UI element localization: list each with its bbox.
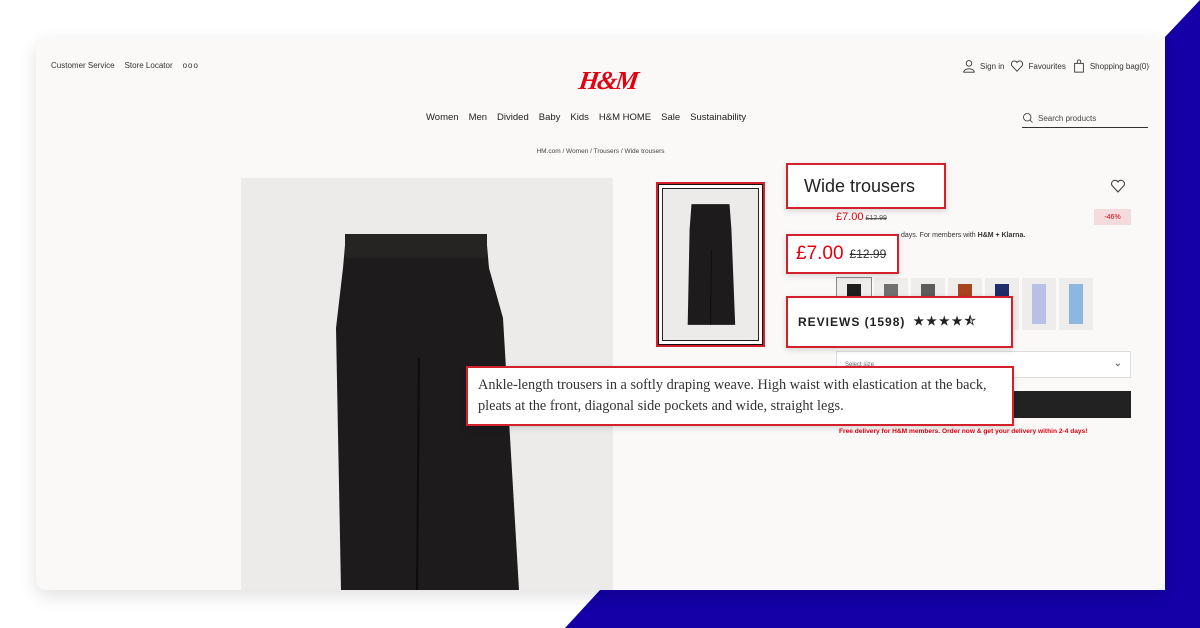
klarna-info: days. For members with H&M + Klarna. bbox=[901, 232, 1025, 239]
product-title-callout: Wide trousers bbox=[786, 163, 946, 209]
swatch-color bbox=[1032, 284, 1046, 324]
nav-item-women[interactable]: Women bbox=[426, 112, 459, 123]
klarna-brand: H&M + Klarna. bbox=[977, 232, 1026, 239]
hm-logo[interactable]: H&M bbox=[577, 66, 639, 96]
search-placeholder: Search products bbox=[1038, 113, 1097, 123]
customer-service-link[interactable]: Customer Service bbox=[51, 61, 115, 70]
nav-item-sustainability[interactable]: Sustainability bbox=[690, 112, 746, 123]
swatch-light-blue[interactable] bbox=[1059, 278, 1093, 330]
main-nav: Women Men Divided Baby Kids H&M HOME Sal… bbox=[426, 112, 746, 123]
nav-item-baby[interactable]: Baby bbox=[539, 112, 561, 123]
delivery-note: Free delivery for H&M members. Order now… bbox=[839, 428, 1088, 435]
more-menu-icon[interactable]: ooo bbox=[183, 61, 199, 70]
price-callout: £7.00 £12.99 bbox=[786, 234, 899, 274]
nav-item-kids[interactable]: Kids bbox=[570, 112, 588, 123]
product-title: Wide trousers bbox=[804, 175, 916, 196]
callout-current-price: £7.00 bbox=[796, 243, 844, 264]
swatch-blue-pattern[interactable] bbox=[1022, 278, 1056, 330]
price-inline: £7.00 £12.99 bbox=[836, 211, 887, 223]
nav-item-divided[interactable]: Divided bbox=[497, 112, 529, 123]
klarna-text: days. For members with bbox=[901, 232, 976, 239]
nav-item-sale[interactable]: Sale bbox=[661, 112, 680, 123]
star-rating-icon: ★★★★⯪ bbox=[913, 313, 978, 328]
add-to-favourites-heart-icon[interactable] bbox=[1110, 178, 1126, 194]
heart-icon bbox=[1011, 60, 1024, 72]
favourites-label: Favourites bbox=[1028, 61, 1066, 71]
sign-in-label: Sign in bbox=[980, 61, 1005, 71]
nav-item-men[interactable]: Men bbox=[469, 112, 487, 123]
browser-window: Customer Service Store Locator ooo H&M S… bbox=[36, 38, 1165, 590]
favourites-link[interactable]: Favourites bbox=[1010, 59, 1066, 73]
trousers-thumbnail-image bbox=[687, 204, 736, 325]
product-thumbnail[interactable] bbox=[656, 182, 765, 347]
search-input[interactable]: Search products bbox=[1022, 109, 1148, 128]
chevron-down-icon: ⌄ bbox=[1113, 358, 1122, 369]
breadcrumb[interactable]: HM.com / Women / Trousers / Wide trouser… bbox=[36, 148, 1165, 155]
description-callout: Ankle-length trousers in a softly drapin… bbox=[466, 366, 1014, 426]
shopping-bag-link[interactable]: Shopping bag(0) bbox=[1072, 59, 1149, 73]
user-icon bbox=[963, 60, 975, 73]
account-links: Sign in Favourites Shopping bag(0) bbox=[962, 59, 1149, 73]
discount-badge: -46% bbox=[1094, 209, 1131, 225]
search-icon bbox=[1023, 113, 1033, 123]
utility-links: Customer Service Store Locator ooo bbox=[51, 61, 199, 70]
store-locator-link[interactable]: Store Locator bbox=[125, 61, 173, 70]
product-description: Ankle-length trousers in a softly drapin… bbox=[478, 377, 987, 414]
shopping-bag-icon bbox=[1074, 59, 1084, 73]
swatch-color bbox=[1069, 284, 1083, 324]
current-price: £7.00 bbox=[836, 211, 864, 223]
reviews-label: REVIEWS (1598) bbox=[798, 315, 906, 329]
original-price: £12.99 bbox=[865, 215, 887, 222]
reviews-callout[interactable]: REVIEWS (1598) ★★★★⯪ bbox=[786, 296, 1013, 348]
sign-in-link[interactable]: Sign in bbox=[962, 59, 1004, 73]
callout-original-price: £12.99 bbox=[849, 247, 887, 261]
shopping-bag-label: Shopping bag(0) bbox=[1089, 61, 1149, 71]
nav-item-hm-home[interactable]: H&M HOME bbox=[599, 112, 651, 123]
